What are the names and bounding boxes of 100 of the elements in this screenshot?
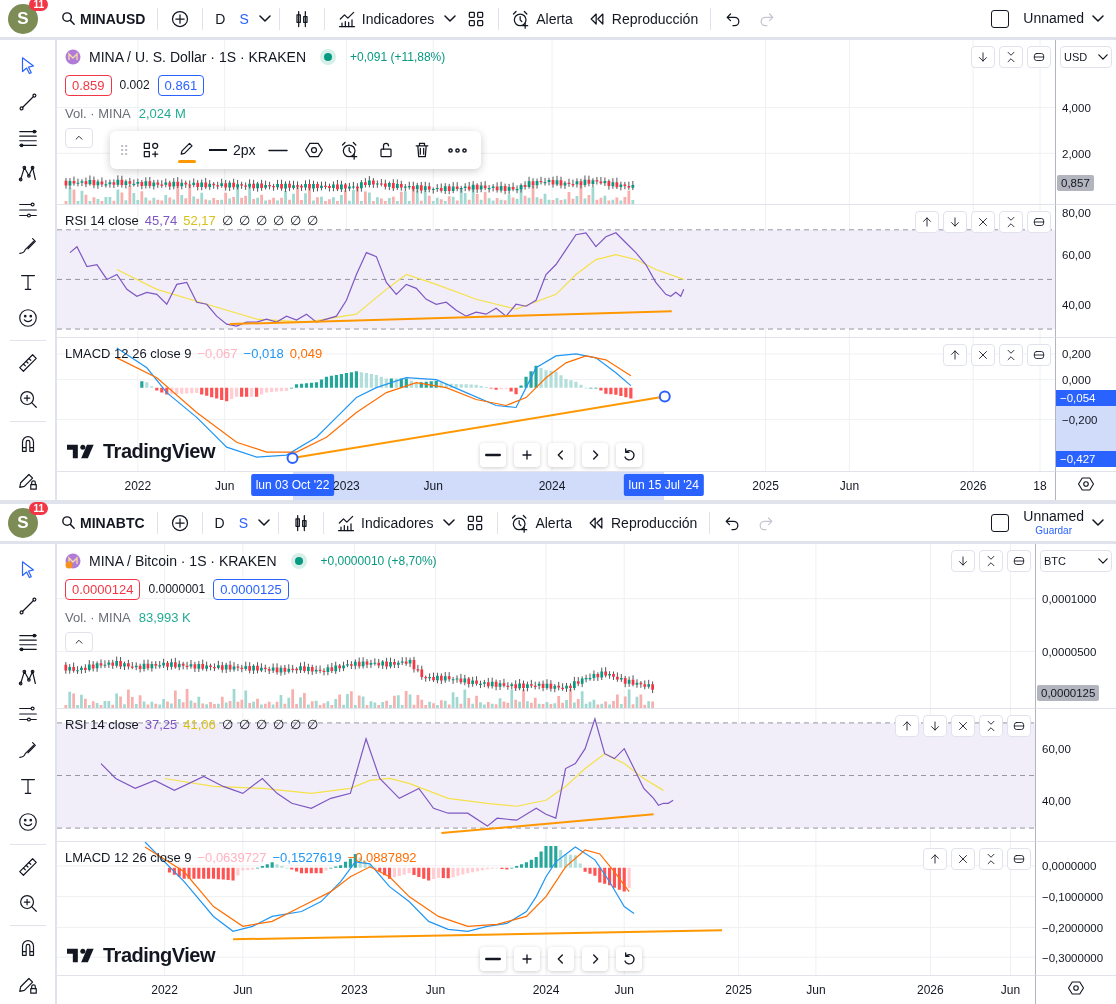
brush-icon	[16, 739, 39, 761]
symbol-search-button[interactable]: MINAUSD	[54, 3, 152, 34]
time-label: Jun	[423, 479, 443, 493]
market-open-icon	[290, 553, 307, 569]
spread-value: 0.0000001	[148, 582, 206, 596]
scroll-right-button[interactable]	[582, 947, 608, 971]
currency-dropdown[interactable]: USD	[1060, 46, 1112, 68]
chart-title[interactable]: MINA / U. S. Dollar · 1S · KRAKEN	[89, 49, 307, 65]
line-width-button[interactable]: 2px	[206, 135, 259, 165]
time-label: 2022	[151, 983, 178, 997]
line-icon	[267, 148, 288, 152]
zoom-out-button[interactable]	[480, 443, 506, 467]
move-up-button[interactable]	[895, 715, 919, 737]
horizontal-lines-icon	[16, 631, 39, 653]
collapse-pane-button[interactable]	[979, 715, 1003, 737]
alert-button[interactable]: Alerta	[504, 507, 578, 538]
time-label: Jun	[839, 479, 860, 493]
maximize-pane-button[interactable]	[1027, 46, 1051, 68]
sell-price-button[interactable]: 0.859	[65, 74, 112, 96]
collapse-pane-button[interactable]	[999, 344, 1023, 366]
interval-button[interactable]: S	[232, 507, 254, 538]
layout-name: Unnamed	[1023, 10, 1084, 27]
collapse-icon	[1004, 215, 1018, 229]
caret-icon	[1098, 558, 1108, 564]
close-pane-button[interactable]	[951, 848, 975, 870]
replay-button[interactable]: Reproducción	[580, 507, 704, 538]
time-label: Jun	[614, 983, 634, 997]
zoom-in-button[interactable]	[514, 947, 540, 971]
empty-value: ∅	[255, 213, 267, 228]
caret-icon	[443, 519, 456, 526]
zoom-out-button[interactable]	[480, 947, 506, 971]
ruler-icon	[16, 856, 39, 878]
search-icon	[60, 10, 77, 27]
checkbox[interactable]	[991, 513, 1010, 532]
close-pane-button[interactable]	[971, 211, 995, 233]
arrow-up-icon	[928, 852, 942, 866]
price-change: +0,091 (+11,88%)	[350, 50, 446, 64]
price-label: 2,000	[1062, 148, 1091, 160]
maximize-icon	[1032, 215, 1046, 229]
scroll-left-button[interactable]	[548, 947, 574, 971]
layout-menu-button[interactable]: Unnamed Guardar	[1017, 507, 1110, 538]
scroll-right-button[interactable]	[582, 443, 608, 467]
collapse-pane-button[interactable]	[999, 46, 1023, 68]
maximize-pane-button[interactable]	[1027, 344, 1051, 366]
checkbox[interactable]	[991, 9, 1010, 28]
currency-dropdown[interactable]: BTC	[1040, 550, 1112, 572]
indicator-name[interactable]: RSI 14 close	[65, 717, 139, 732]
collapse-pane-button[interactable]	[979, 848, 1003, 870]
sell-price-button[interactable]: 0.0000124	[65, 578, 141, 600]
reset-chart-button[interactable]	[616, 443, 642, 467]
logo-text: TradingView	[103, 440, 215, 463]
rsi-average-value: 52,17	[183, 213, 216, 228]
time-label: 2025	[725, 983, 752, 997]
axis-label: −0,2000000	[1042, 922, 1104, 934]
zoom-in-button[interactable]	[514, 443, 540, 467]
move-down-button[interactable]	[951, 550, 975, 572]
trend-line[interactable]	[440, 813, 655, 835]
close-pane-button[interactable]	[971, 344, 995, 366]
scroll-left-button[interactable]	[548, 443, 574, 467]
trend-line[interactable]	[228, 310, 673, 326]
logo-text: TradingView	[103, 944, 215, 967]
indicator-name[interactable]: RSI 14 close	[65, 213, 139, 228]
notification-badge: 11	[29, 0, 48, 11]
maximize-pane-button[interactable]	[1007, 715, 1031, 737]
last-price-label: 0,857	[1057, 175, 1094, 191]
notification-badge: 11	[29, 501, 48, 515]
buy-price-button[interactable]: 0.0000125	[213, 578, 289, 600]
price-label: 4,000	[1062, 102, 1091, 114]
macd-value: −0,018	[243, 346, 284, 361]
maximize-pane-button[interactable]	[1027, 211, 1051, 233]
maximize-pane-button[interactable]	[1007, 550, 1031, 572]
caret-icon	[258, 519, 270, 526]
interval-button[interactable]: D	[209, 3, 232, 34]
close-pane-button[interactable]	[951, 715, 975, 737]
empty-value: ∅	[289, 717, 301, 732]
horizontal-lines-icon	[16, 127, 39, 149]
reset-chart-button[interactable]	[616, 947, 642, 971]
histogram-value: −0,0639727	[197, 850, 267, 865]
interval-button[interactable]: S	[233, 3, 255, 34]
collapse-icon	[984, 554, 998, 568]
chart-title[interactable]: MINA / Bitcoin · 1S · KRAKEN	[89, 553, 277, 569]
symbol-search-button[interactable]: MINABTC	[54, 507, 151, 538]
interval-button[interactable]: D	[208, 507, 231, 538]
maximize-pane-button[interactable]	[1007, 848, 1031, 870]
move-up-button[interactable]	[915, 211, 939, 233]
axis-label: 0,000	[1062, 374, 1091, 386]
collapse-pane-button[interactable]	[999, 211, 1023, 233]
layout-menu-button[interactable]: Unnamed	[1017, 3, 1110, 34]
buy-price-button[interactable]: 0.861	[157, 74, 205, 96]
time-label: 2026	[959, 479, 987, 493]
axis-label: 40,00	[1042, 795, 1071, 807]
alert-button[interactable]: Alerta	[505, 3, 579, 34]
save-link[interactable]: Guardar	[1035, 524, 1072, 536]
move-down-button[interactable]	[971, 46, 995, 68]
time-label: Jun	[215, 479, 235, 493]
arrow-down-icon	[956, 554, 970, 568]
collapse-pane-button[interactable]	[979, 550, 1003, 572]
indicators-button[interactable]: Indicadores	[330, 507, 440, 538]
indicators-button[interactable]: Indicadores	[330, 3, 441, 34]
replay-button[interactable]: Reproducción	[580, 3, 705, 34]
